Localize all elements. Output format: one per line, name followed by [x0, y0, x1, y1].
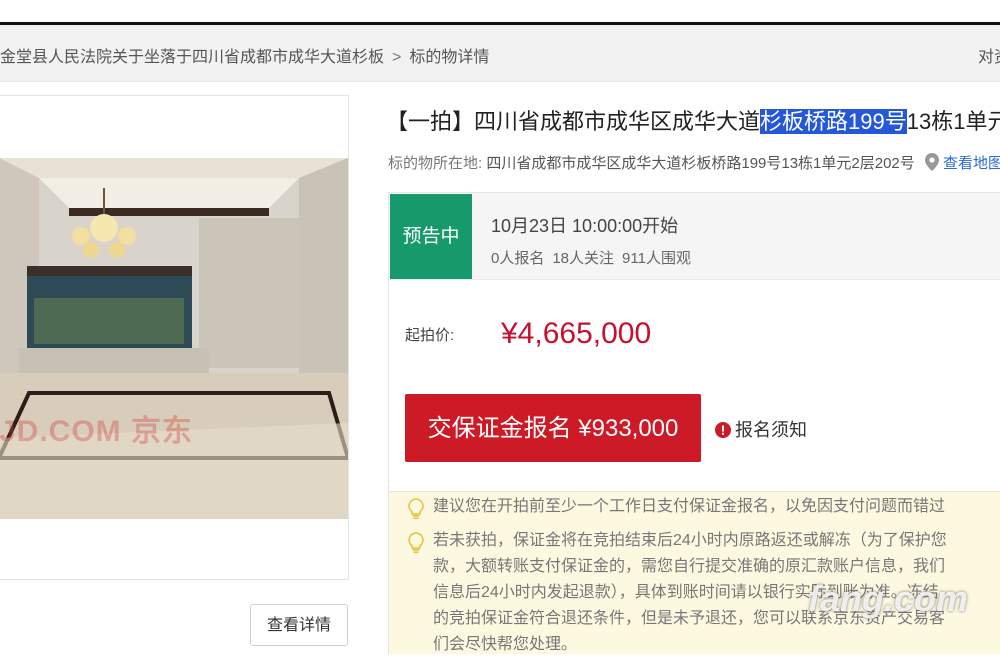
auction-stats: 0人报名 18人关注 911人围观 [491, 247, 699, 268]
lightbulb-icon [407, 498, 425, 525]
view-count: 911人围观 [622, 250, 691, 267]
breadcrumb-trail: 金堂县人民法院关于坐落于四川省成都市成华大道杉板 > 标的物详情 [0, 43, 489, 67]
photo-gallery: JD.COM 京东 [0, 95, 349, 580]
page-title: 【一拍】四川省成都市成华区成华大道杉板桥路199号13栋1单元2层 [386, 104, 1000, 136]
breadcrumb: 金堂县人民法院关于坐落于四川省成都市成华大道杉板 > 标的物详情 对资 [0, 25, 1000, 82]
tip-line: 若未获拍，保证金将在竞拍结束后24小时内原路返还或解冻（为了保护您 [433, 532, 947, 549]
starting-price-value: ¥4,665,000 [501, 317, 652, 350]
location-label: 标的物所在地: [388, 155, 483, 172]
view-details-button[interactable]: 查看详情 [250, 604, 348, 646]
status-row: 预告中 10月23日 10:00:00开始 0人报名 18人关注 911人围观 [389, 193, 1000, 280]
starting-price-label: 起拍价: [405, 327, 455, 344]
location-line: 标的物所在地: 四川省成都市成华区成华大道杉板桥路199号13栋1单元2层202… [388, 152, 1000, 175]
tip-line: 们会尽快帮您处理。 [433, 636, 578, 653]
breadcrumb-right-link[interactable]: 对资 [978, 43, 1000, 67]
lightbulb-icon [407, 532, 425, 559]
title-highlight: 杉板桥路199号 [760, 109, 907, 134]
start-time: 10月23日 10:00:00开始 [491, 216, 679, 236]
tip-line: 建议您在开拍前至少一个工作日支付保证金报名，以免因支付问题而错过 [433, 498, 946, 515]
follow-count: 18人关注 [552, 250, 615, 267]
breadcrumb-separator: > [392, 49, 402, 66]
signup-count: 0人报名 [491, 250, 545, 267]
alert-icon [715, 422, 731, 443]
photo-watermark: JD.COM 京东 [0, 415, 194, 448]
tips-box: 建议您在开拍前至少一个工作日支付保证金报名，以免因支付问题而错过 若未获拍，保证… [389, 491, 1000, 654]
view-map-link[interactable]: 查看地图 [943, 155, 1000, 172]
pay-deposit-register-button[interactable]: 交保证金报名 ¥933,000 [405, 394, 701, 462]
status-badge: 预告中 [390, 194, 472, 279]
map-pin-icon[interactable] [924, 153, 939, 175]
breadcrumb-court-link[interactable]: 金堂县人民法院关于坐落于四川省成都市成华大道杉板 [0, 49, 384, 66]
registration-notice-link[interactable]: 报名须知 [715, 416, 807, 443]
property-photo[interactable] [0, 158, 348, 519]
location-address: 四川省成都市成华区成华大道杉板桥路199号13栋1单元2层202号 [486, 155, 915, 172]
registration-notice-label: 报名须知 [735, 420, 807, 440]
site-watermark: fang.com [808, 578, 969, 619]
tip-line: 款，大额转账支付保证金的，需您自行提交准确的原汇款账户信息，我们 [433, 558, 946, 575]
breadcrumb-current: 标的物详情 [409, 49, 490, 66]
title-prefix: 【一拍】四川省成都市成华区成华大道 [386, 109, 761, 134]
title-suffix: 13栋1单元2层 [906, 109, 1000, 134]
